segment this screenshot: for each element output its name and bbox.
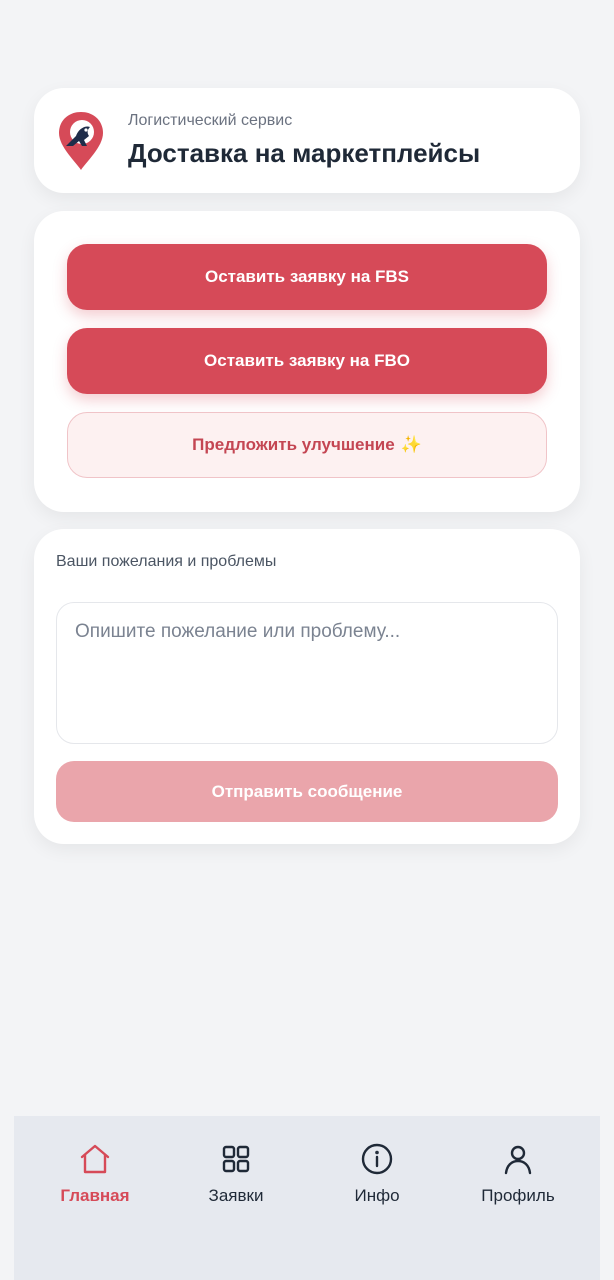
home-icon bbox=[80, 1144, 110, 1174]
logo-pin-icon bbox=[59, 112, 103, 170]
fbo-request-button[interactable]: Оставить заявку на FBO bbox=[67, 328, 547, 394]
nav-item-profile[interactable]: Профиль bbox=[448, 1142, 588, 1206]
nav-item-orders[interactable]: Заявки bbox=[166, 1142, 306, 1206]
page: Логистический сервис Доставка на маркетп… bbox=[0, 0, 614, 1280]
page-title: Доставка на маркетплейсы bbox=[128, 138, 481, 168]
header-card: Логистический сервис Доставка на маркетп… bbox=[34, 88, 580, 193]
info-icon bbox=[361, 1143, 393, 1175]
bottom-nav: Главная Заявки Инфо Профиль bbox=[14, 1116, 600, 1280]
grid-icon bbox=[222, 1145, 250, 1173]
nav-label-profile: Профиль bbox=[481, 1186, 555, 1205]
feedback-textarea[interactable] bbox=[56, 602, 558, 744]
sparkles-icon: ✨ bbox=[400, 435, 422, 454]
feedback-label: Ваши пожелания и проблемы bbox=[56, 553, 277, 570]
nav-item-home[interactable]: Главная bbox=[25, 1142, 165, 1206]
nav-item-info[interactable]: Инфо bbox=[307, 1142, 447, 1206]
fbs-request-button[interactable]: Оставить заявку на FBS bbox=[67, 244, 547, 310]
suggest-improvement-button[interactable]: Предложить улучшение ✨ bbox=[67, 412, 547, 478]
suggest-improvement-label: Предложить улучшение bbox=[192, 435, 395, 454]
header-subtitle: Логистический сервис bbox=[128, 112, 293, 129]
send-message-button[interactable]: Отправить сообщение bbox=[56, 761, 558, 822]
feedback-card: Ваши пожелания и проблемы Отправить сооб… bbox=[34, 529, 580, 844]
nav-label-orders: Заявки bbox=[208, 1186, 264, 1205]
user-icon bbox=[504, 1145, 532, 1175]
actions-card: Оставить заявку на FBS Оставить заявку н… bbox=[34, 211, 580, 512]
nav-label-info: Инфо bbox=[354, 1186, 400, 1205]
nav-label-home: Главная bbox=[60, 1186, 130, 1205]
